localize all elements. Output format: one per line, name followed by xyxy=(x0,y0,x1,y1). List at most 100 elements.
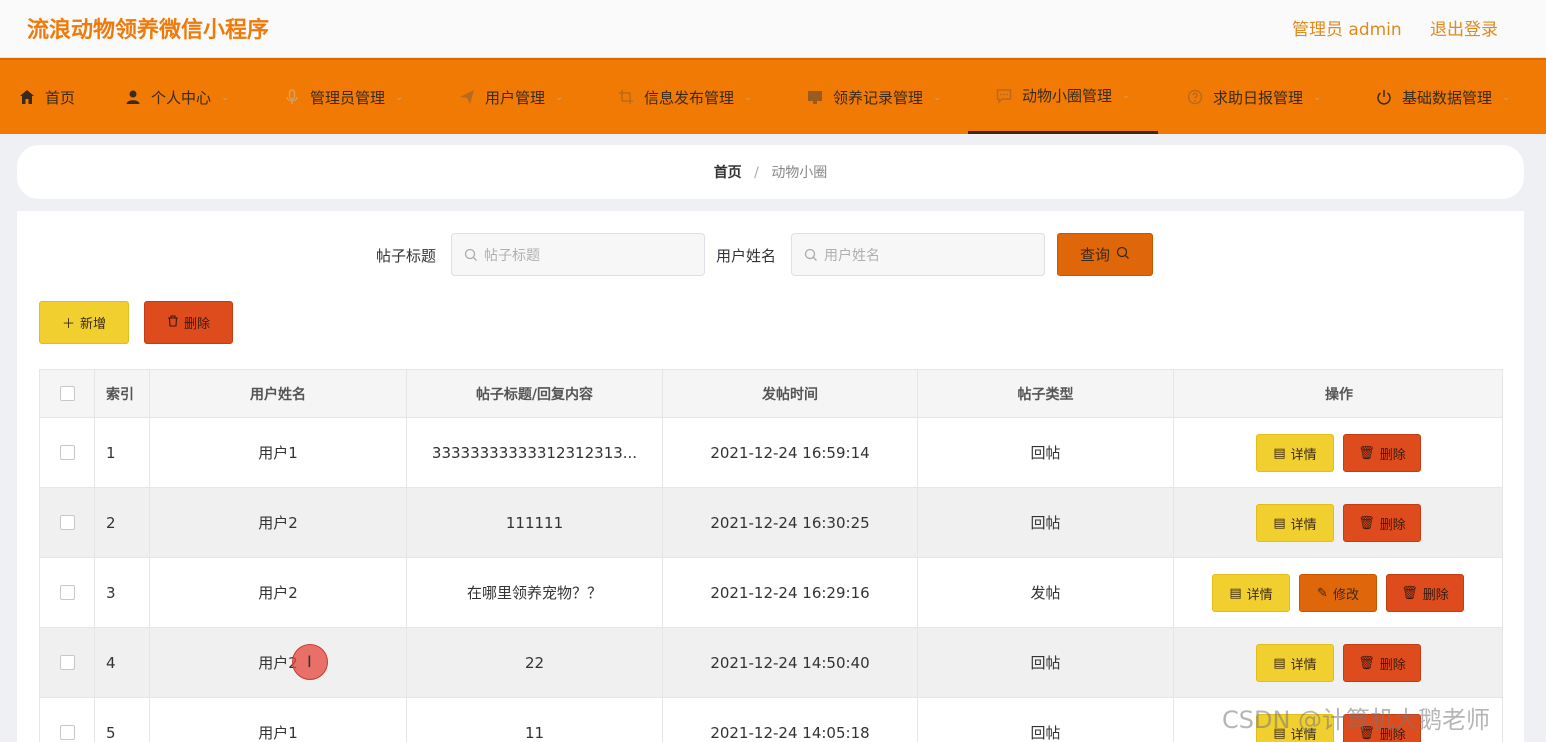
watermark: CSDN @计算机大鹅老师 xyxy=(1222,706,1491,734)
row-checkbox-cell xyxy=(40,488,95,557)
nav-item-home[interactable]: 首页 xyxy=(18,60,75,134)
row-checkbox[interactable] xyxy=(59,585,75,600)
chevron-down-icon: ⌄ xyxy=(395,91,404,103)
detail-button[interactable]: ▤ 详情 xyxy=(1212,574,1290,612)
header-user: 用户姓名 xyxy=(150,370,407,417)
user-search-input[interactable]: 用户姓名 xyxy=(791,233,1045,276)
row-index: 3 xyxy=(95,558,150,627)
posts-table: 索引 用户姓名 帖子标题/回复内容 发帖时间 帖子类型 操作 1 用户1 333… xyxy=(39,369,1503,742)
chevron-down-icon: ⌄ xyxy=(933,91,942,103)
edit-button[interactable]: ✎ 修改 xyxy=(1299,574,1377,612)
detail-label: 详情 xyxy=(1290,657,1317,673)
delete-button[interactable]: 🗑 删除 xyxy=(1343,434,1421,472)
trash-icon: 🗑 xyxy=(1358,515,1375,531)
query-button[interactable]: 查询 xyxy=(1057,233,1153,276)
row-time: 2021-12-24 16:29:16 xyxy=(663,558,918,627)
help-icon xyxy=(1186,88,1204,106)
delete-label: 删除 xyxy=(183,317,210,332)
edit-label: 修改 xyxy=(1332,587,1359,603)
header-ops: 操作 xyxy=(1325,386,1353,403)
document-icon: ▤ xyxy=(1273,655,1286,671)
power-icon xyxy=(1375,88,1393,106)
nav-label: 求助日报管理 xyxy=(1213,88,1304,107)
nav-item-base-data[interactable]: 基础数据管理 ⌄ xyxy=(1375,60,1510,134)
nav-label: 基础数据管理 xyxy=(1402,88,1493,107)
nav-label: 个人中心 xyxy=(151,88,212,107)
row-user: 用户1 xyxy=(150,418,407,487)
detail-label: 详情 xyxy=(1246,587,1273,603)
title-search-label: 帖子标题 xyxy=(376,247,437,265)
monitor-icon xyxy=(806,88,824,106)
header-time: 发帖时间 xyxy=(663,370,918,417)
trash-icon: 🗑 xyxy=(1401,585,1418,601)
table-row: 1 用户1 33333333333312312313... 2021-12-24… xyxy=(40,418,1502,488)
row-title: 33333333333312312313... xyxy=(407,418,663,487)
row-checkbox-cell xyxy=(40,418,95,487)
user-search-placeholder: 用户姓名 xyxy=(824,247,880,264)
row-ops: ▤ 详情 🗑 删除 xyxy=(1174,488,1504,557)
main-panel: 帖子标题 帖子标题 用户姓名 用户姓名 查询 ＋ 新增 删除 索引 用户姓名 帖… xyxy=(17,211,1524,742)
row-type: 回帖 xyxy=(918,418,1174,487)
row-checkbox-cell xyxy=(40,698,95,742)
title-search-input[interactable]: 帖子标题 xyxy=(451,233,705,276)
row-index: 4 xyxy=(95,628,150,697)
select-all-checkbox[interactable] xyxy=(59,386,75,401)
trash-icon xyxy=(167,314,179,331)
detail-button[interactable]: ▤ 详情 xyxy=(1256,644,1334,682)
nav-item-help-daily[interactable]: 求助日报管理 ⌄ xyxy=(1186,60,1321,134)
breadcrumb-separator: / xyxy=(754,165,759,181)
trash-icon: 🗑 xyxy=(1358,445,1375,461)
row-checkbox[interactable] xyxy=(59,725,75,740)
nav-item-animal-circle[interactable]: 动物小圈管理 ⌄ xyxy=(968,60,1158,134)
nav-label: 管理员管理 xyxy=(310,88,386,107)
nav-label: 领养记录管理 xyxy=(833,88,924,107)
header-index: 索引 xyxy=(95,370,150,417)
delete-button[interactable]: 🗑 删除 xyxy=(1343,644,1421,682)
delete-label: 删除 xyxy=(1379,447,1406,463)
chevron-down-icon: ⌄ xyxy=(744,91,753,103)
row-checkbox[interactable] xyxy=(59,445,75,460)
breadcrumb: 首页 / 动物小圈 xyxy=(17,162,1524,182)
row-user: 用户2 xyxy=(150,488,407,557)
detail-button[interactable]: ▤ 详情 xyxy=(1256,504,1334,542)
row-time: 2021-12-24 14:50:40 xyxy=(663,628,918,697)
nav-item-user-management[interactable]: 用户管理 ⌄ xyxy=(458,60,563,134)
nav-label: 信息发布管理 xyxy=(644,88,735,107)
search-icon xyxy=(464,248,478,262)
delete-label: 删除 xyxy=(1422,587,1449,603)
edit-icon: ✎ xyxy=(1317,585,1328,601)
row-user: 用户2 xyxy=(150,628,407,697)
header-title: 帖子标题/回复内容 xyxy=(407,370,663,417)
row-checkbox[interactable] xyxy=(59,515,75,530)
user-search-label: 用户姓名 xyxy=(716,247,777,265)
delete-label: 删除 xyxy=(1379,657,1406,673)
header-checkbox-cell xyxy=(40,370,95,417)
chevron-down-icon: ⌄ xyxy=(221,91,230,103)
breadcrumb-home[interactable]: 首页 xyxy=(714,165,742,181)
row-time: 2021-12-24 16:30:25 xyxy=(663,488,918,557)
logout-link[interactable]: 退出登录 xyxy=(1430,15,1498,40)
batch-delete-button[interactable]: 删除 xyxy=(144,301,233,344)
detail-button[interactable]: ▤ 详情 xyxy=(1256,434,1334,472)
delete-button[interactable]: 🗑 删除 xyxy=(1343,504,1421,542)
delete-button[interactable]: 🗑 删除 xyxy=(1386,574,1464,612)
add-button[interactable]: ＋ 新增 xyxy=(39,301,129,344)
user-icon xyxy=(124,88,142,106)
row-type: 回帖 xyxy=(918,698,1174,742)
detail-label: 详情 xyxy=(1290,517,1317,533)
trash-icon: 🗑 xyxy=(1358,655,1375,671)
row-title: 22 xyxy=(407,628,663,697)
row-index: 2 xyxy=(95,488,150,557)
document-icon: ▤ xyxy=(1273,515,1286,531)
crop-icon xyxy=(617,88,635,106)
nav-item-info-publish[interactable]: 信息发布管理 ⌄ xyxy=(617,60,752,134)
plus-icon: ＋ xyxy=(61,317,75,332)
search-icon xyxy=(1116,246,1130,264)
row-checkbox[interactable] xyxy=(59,655,75,670)
breadcrumb-card: 首页 / 动物小圈 xyxy=(17,145,1524,199)
row-title: 11 xyxy=(407,698,663,742)
nav-item-admin-management[interactable]: 管理员管理 ⌄ xyxy=(283,60,403,134)
search-icon xyxy=(804,248,818,262)
nav-item-personal-center[interactable]: 个人中心 ⌄ xyxy=(124,60,229,134)
nav-item-adoption-records[interactable]: 领养记录管理 ⌄ xyxy=(806,60,941,134)
